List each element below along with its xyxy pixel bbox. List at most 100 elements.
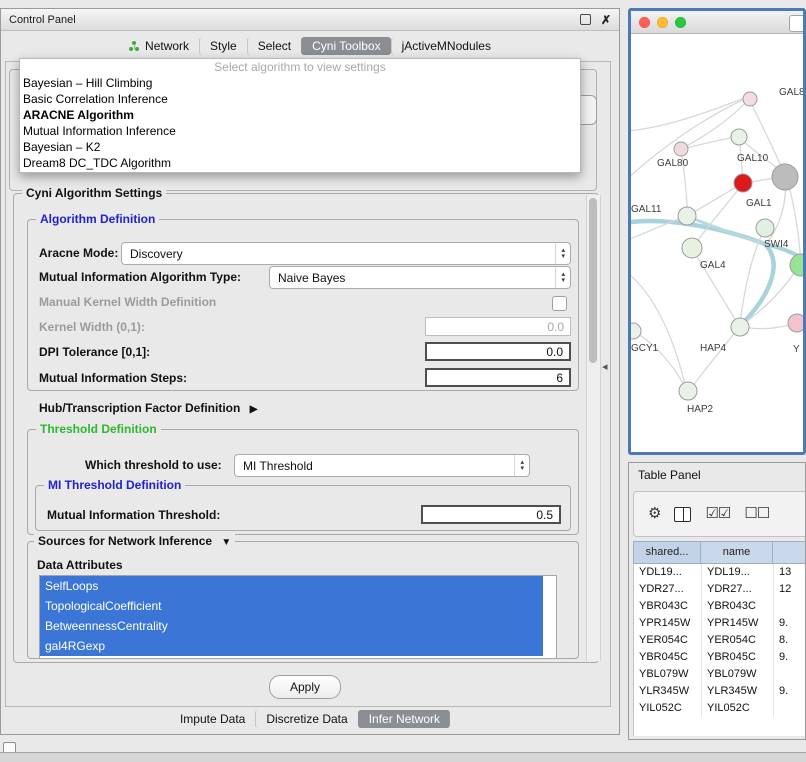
attribute-item-betweennesscentrality[interactable]: BetweennessCentrality xyxy=(40,616,543,636)
network-node[interactable] xyxy=(674,142,688,156)
mi-threshold-input[interactable] xyxy=(421,505,561,524)
table-body: YDL19...YDL19...13YDR27...YDR27...12YBR0… xyxy=(633,564,806,736)
mi-steps-label: Mutual Information Steps: xyxy=(39,371,187,386)
algorithm-option-aracne-algorithm[interactable]: ARACNE Algorithm xyxy=(20,107,580,123)
tab-infer-network[interactable]: Infer Network xyxy=(358,710,450,728)
network-node[interactable] xyxy=(679,382,697,400)
table-cell: 9. xyxy=(774,615,806,632)
mi-type-value: Naive Bayes xyxy=(278,271,345,285)
tab-style[interactable]: Style xyxy=(199,37,247,55)
table-cell: YBR045C xyxy=(634,649,702,666)
manual-kernel-label: Manual Kernel Width Definition xyxy=(39,295,216,310)
network-edge xyxy=(681,137,737,149)
algorithm-option-bayesian-hill-climbing[interactable]: Bayesian – Hill Climbing xyxy=(20,75,580,91)
table-row[interactable]: YBL079WYBL079W xyxy=(634,666,806,683)
chevron-right-icon: ▶ xyxy=(250,404,258,415)
control-panel-title: Control Panel xyxy=(9,14,76,26)
algorithm-option-dream8-dc-tdc-algorithm[interactable]: Dream8 DC_TDC Algorithm xyxy=(20,155,580,171)
tab-network[interactable]: Network xyxy=(119,37,199,55)
mi-steps-input[interactable] xyxy=(425,368,571,387)
algorithm-option-basic-correlation-inference[interactable]: Basic Correlation Inference xyxy=(20,91,580,107)
network-node[interactable] xyxy=(678,207,696,225)
network-node[interactable] xyxy=(756,219,774,237)
table-row[interactable]: YDR27...YDR27...12 xyxy=(634,581,806,598)
algorithm-option-bayesian-k2[interactable]: Bayesian – K2 xyxy=(20,139,580,155)
combo-arrows-icon: ▴▾ xyxy=(555,267,570,288)
table-cell: YLR345W xyxy=(702,683,774,700)
table-cell: YBL079W xyxy=(702,666,774,683)
algorithm-definition-title: Algorithm Definition xyxy=(36,212,159,226)
sources-group-toggle[interactable]: Sources for Network Inference ▼ xyxy=(34,534,235,548)
network-node[interactable] xyxy=(682,238,702,258)
table-cell: YDR27... xyxy=(634,581,702,598)
manual-kernel-checkbox[interactable] xyxy=(552,296,567,311)
minimize-button[interactable] xyxy=(657,17,668,28)
settings-scrollbar-thumb[interactable] xyxy=(589,198,597,363)
mi-type-combobox[interactable]: Naive Bayes ▴▾ xyxy=(269,266,571,289)
screen: Control Panel ✗ NetworkStyleSelectCyni T… xyxy=(0,0,806,762)
tab-discretize-data[interactable]: Discretize Data xyxy=(255,710,357,728)
network-node[interactable] xyxy=(772,164,798,190)
control-panel-titlebar[interactable]: Control Panel ✗ xyxy=(1,9,619,31)
kernel-width-input[interactable] xyxy=(425,317,571,336)
node-label: GAL80 xyxy=(657,158,689,169)
tab-label: jActiveMNodules xyxy=(402,39,491,53)
algorithm-option-mutual-information-inference[interactable]: Mutual Information Inference xyxy=(20,123,580,139)
network-window-titlebar[interactable] xyxy=(631,11,803,34)
network-node[interactable] xyxy=(734,174,752,192)
table-row[interactable]: YIL052CYIL052C xyxy=(634,700,806,717)
table-row[interactable]: YER054CYER054C8. xyxy=(634,632,806,649)
table-cell: YIL052C xyxy=(634,700,702,717)
dpi-tolerance-input[interactable] xyxy=(425,342,571,361)
table-cell xyxy=(774,700,806,717)
zoom-button[interactable] xyxy=(675,17,686,28)
column-header[interactable] xyxy=(773,541,806,564)
column-header[interactable]: shared... xyxy=(633,541,701,564)
network-node[interactable] xyxy=(731,318,749,336)
column-header[interactable]: name xyxy=(701,541,773,564)
network-node[interactable] xyxy=(731,129,747,145)
network-node[interactable] xyxy=(743,92,757,106)
float-icon[interactable] xyxy=(580,14,591,25)
kernel-width-label: Kernel Width (0,1): xyxy=(39,320,145,335)
network-node[interactable] xyxy=(631,323,641,339)
table-row[interactable]: YBR045CYBR045C9. xyxy=(634,649,806,666)
settings-scrollbar[interactable] xyxy=(586,195,601,661)
table-cell: YBR045C xyxy=(702,649,774,666)
tab-impute-data[interactable]: Impute Data xyxy=(170,710,255,728)
table-cell: 12 xyxy=(774,581,806,598)
attribute-item-selfloops[interactable]: SelfLoops xyxy=(40,576,543,596)
table-cell: YDL19... xyxy=(634,564,702,581)
table-row[interactable]: YBR043CYBR043C xyxy=(634,598,806,615)
tab-cyni-toolbox[interactable]: Cyni Toolbox xyxy=(301,37,390,55)
aracne-mode-combobox[interactable]: Discovery ▴▾ xyxy=(121,242,571,265)
table-cell: YLR345W xyxy=(634,683,702,700)
gear-icon[interactable]: ⚙ xyxy=(648,506,660,522)
panel-collapse-arrow-icon[interactable]: ◂ xyxy=(602,360,608,373)
close-icon[interactable]: ✗ xyxy=(601,14,611,26)
clipped-widget[interactable] xyxy=(789,15,805,32)
columns-icon[interactable] xyxy=(674,507,691,522)
network-node[interactable] xyxy=(790,254,803,276)
table-panel-title: Table Panel xyxy=(638,468,701,482)
attribute-item-topologicalcoefficient[interactable]: TopologicalCoefficient xyxy=(40,596,543,616)
table-row[interactable]: YPR145WYPR145W9. xyxy=(634,615,806,632)
table-row[interactable]: YDL19...YDL19...13 xyxy=(634,564,806,581)
table-row[interactable]: YLR345WYLR345W9. xyxy=(634,683,806,700)
table-cell: 9. xyxy=(774,683,806,700)
cyni-settings-title: Cyni Algorithm Settings xyxy=(22,186,166,200)
hub-section-toggle[interactable]: Hub/Transcription Factor Definition ▶ xyxy=(39,401,257,417)
network-canvas[interactable]: GAL8GAL80GAL10GAL11GAL1SWI4GAL4GCY1HAP4Y… xyxy=(631,33,803,452)
select-checked-icon[interactable]: ☑☑ xyxy=(705,506,730,522)
which-threshold-label: Which threshold to use: xyxy=(85,458,222,473)
table-cell: YPR145W xyxy=(702,615,774,632)
aracne-mode-label: Aracne Mode: xyxy=(39,246,118,261)
network-node[interactable] xyxy=(788,314,803,332)
select-unchecked-icon[interactable]: ☐☐ xyxy=(744,506,769,522)
tab-jactivemnodules[interactable]: jActiveMNodules xyxy=(391,37,501,55)
close-button[interactable] xyxy=(639,17,650,28)
apply-button[interactable]: Apply xyxy=(269,675,341,699)
attribute-item-gal4rgexp[interactable]: gal4RGexp xyxy=(40,636,543,656)
which-threshold-combobox[interactable]: MI Threshold ▴▾ xyxy=(234,454,530,477)
tab-select[interactable]: Select xyxy=(247,37,301,55)
